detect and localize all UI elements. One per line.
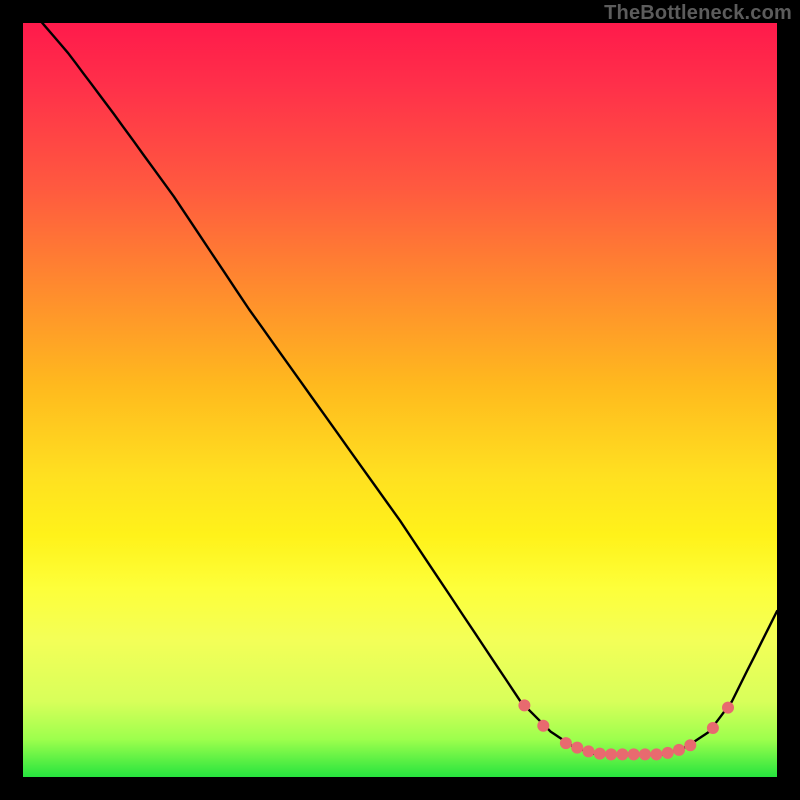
chart-frame: TheBottleneck.com	[0, 0, 800, 800]
marker-dot	[722, 702, 734, 714]
marker-dot	[560, 737, 572, 749]
marker-dot	[707, 722, 719, 734]
marker-dot	[662, 747, 674, 759]
marker-dot	[571, 742, 583, 754]
marker-dot	[673, 744, 685, 756]
marker-dot	[518, 699, 530, 711]
marker-dot	[684, 739, 696, 751]
marker-dot	[594, 748, 606, 760]
marker-dot	[628, 748, 640, 760]
marker-dot	[537, 720, 549, 732]
chart-svg	[23, 23, 777, 777]
marker-dot	[583, 745, 595, 757]
curve-line	[23, 0, 777, 754]
marker-dot	[616, 748, 628, 760]
watermark-text: TheBottleneck.com	[604, 2, 792, 25]
marker-dot	[639, 748, 651, 760]
marker-dot	[605, 748, 617, 760]
marker-group	[518, 699, 734, 760]
curve-group	[23, 0, 777, 754]
marker-dot	[650, 748, 662, 760]
plot-area	[23, 23, 777, 777]
